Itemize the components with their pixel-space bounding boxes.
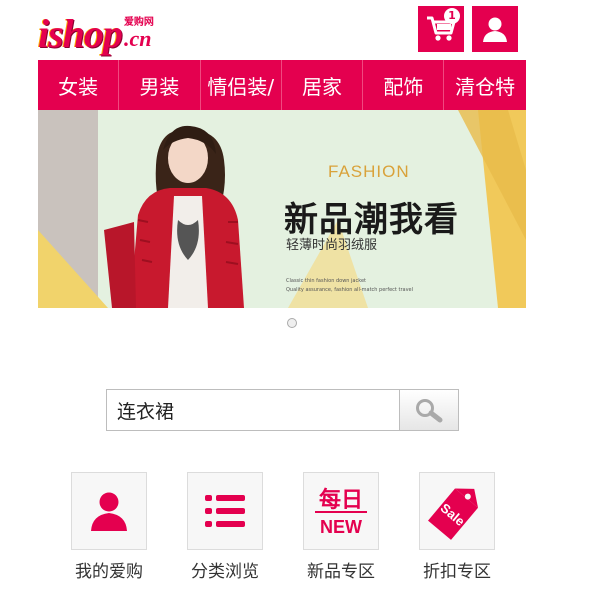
shortcut-label: 分类浏览 (191, 562, 259, 582)
user-icon (91, 492, 127, 531)
nav-item-couples[interactable]: 情侣装/ (201, 60, 282, 110)
shortcut-label: 我的爱购 (75, 562, 143, 582)
new-icon: 每日 NEW (315, 487, 367, 537)
logo-main-text: ishop (38, 11, 123, 56)
banner-small-text-2: Quality assurance, fashion all-match per… (286, 287, 413, 293)
shortcut-label: 新品专区 (307, 562, 375, 582)
shortcut-discounts[interactable]: Sale 折扣专区 (418, 472, 496, 582)
carousel-dot[interactable] (287, 318, 297, 328)
header: ishop 爱购网 .cn 1 (38, 0, 526, 60)
user-button[interactable] (472, 6, 518, 52)
shortcut-new-arrivals[interactable]: 每日 NEW 新品专区 (302, 472, 380, 582)
cart-button[interactable]: 1 (418, 6, 464, 52)
banner-small-text-1: Classic thin fashion down jacket (286, 278, 366, 284)
nav-item-label: 女装 (58, 74, 99, 99)
nav-item-label: 清仓特 (455, 74, 516, 99)
search-bar (106, 389, 459, 431)
nav-item-label: 配饰 (383, 74, 424, 99)
sale-tag-icon: Sale (428, 488, 479, 540)
nav-item-label: 男装 (139, 74, 180, 99)
logo[interactable]: ishop 爱购网 .cn (38, 6, 154, 54)
nav-item-women[interactable]: 女装 (38, 60, 120, 110)
search-button[interactable] (399, 389, 459, 431)
logo-suffix-text: .cn (123, 26, 152, 51)
nav-item-label: 情侣装/ (207, 74, 275, 99)
shortcut-category-browse[interactable]: 分类浏览 (186, 472, 264, 582)
new-icon-top-text: 每日 (319, 487, 363, 513)
nav-item-clearance[interactable]: 清仓特 (444, 60, 525, 110)
nav-item-men[interactable]: 男装 (119, 60, 201, 110)
banner-subheadline: 轻薄时尚羽绒服 (286, 238, 378, 253)
shortcut-tile: 每日 NEW (303, 472, 379, 550)
logo-side: 爱购网 .cn (124, 17, 154, 50)
shortcut-tile (71, 472, 147, 550)
new-icon-bottom-text: NEW (320, 517, 362, 537)
promo-banner[interactable]: FASHION 新品潮我看 轻薄时尚羽绒服 Classic thin fashi… (38, 110, 526, 308)
search-input[interactable] (106, 389, 400, 431)
nav-item-accessories[interactable]: 配饰 (363, 60, 445, 110)
user-icon (483, 17, 507, 42)
nav-item-label: 居家 (302, 74, 343, 99)
cart-count-badge: 1 (444, 8, 460, 24)
shortcut-tile: Sale (419, 472, 495, 550)
banner-fashion-text: FASHION (328, 162, 410, 181)
category-nav: 女装 男装 情侣装/ 居家 配饰 清仓特 (38, 60, 526, 110)
search-icon (416, 399, 443, 423)
nav-item-home[interactable]: 居家 (282, 60, 364, 110)
shortcut-label: 折扣专区 (423, 562, 491, 582)
shortcut-tile (187, 472, 263, 550)
list-icon (205, 495, 245, 527)
shortcut-my-ishop[interactable]: 我的爱购 (70, 472, 148, 582)
